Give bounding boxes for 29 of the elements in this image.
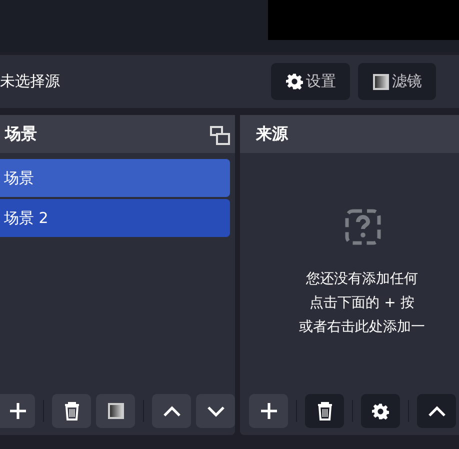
scene-item[interactable]: 场景 2 [0, 199, 230, 237]
up-button[interactable] [152, 394, 191, 428]
scene-item[interactable]: 场景 [0, 159, 230, 197]
undock-icon[interactable] [210, 126, 230, 144]
filters-button[interactable] [96, 394, 135, 428]
down-button[interactable] [196, 394, 235, 428]
source-label: 未选择源 [0, 72, 60, 91]
chevron-down-icon [206, 406, 224, 416]
filter-icon [108, 403, 124, 419]
remove-button[interactable] [52, 394, 91, 428]
plus-icon [8, 402, 26, 420]
question-icon [345, 209, 381, 245]
filters-button[interactable]: 滤镜 [358, 63, 436, 100]
trash-icon [64, 402, 80, 420]
trash-icon [316, 402, 332, 420]
add-button[interactable] [0, 394, 35, 428]
plus-icon [260, 402, 278, 420]
panel-title: 来源 [256, 124, 288, 144]
chevron-up-icon [162, 406, 180, 416]
chevron-up-icon [428, 406, 446, 416]
add-button[interactable] [249, 394, 288, 428]
settings-button[interactable]: 设置 [271, 63, 350, 100]
gear-icon [372, 402, 389, 420]
empty-message-line: 点击下面的 + 按 [310, 294, 414, 313]
empty-message-line: 或者右击此处添加一 [299, 318, 425, 337]
filter-icon [373, 74, 389, 90]
panel-title: 场景 [5, 124, 37, 144]
empty-message-line: 您还没有添加任何 [306, 270, 418, 289]
gear-icon [286, 73, 303, 90]
